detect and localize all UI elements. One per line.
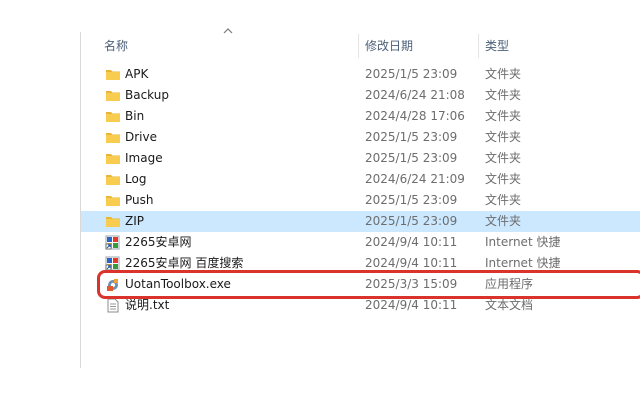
file-type: 文件夹 xyxy=(485,193,522,207)
file-modified-date: 2024/4/28 17:06 xyxy=(365,109,465,123)
file-type: 文件夹 xyxy=(485,109,522,123)
folder-icon xyxy=(105,193,121,208)
file-modified-date: 2024/6/24 21:09 xyxy=(365,172,465,186)
file-modified-date: 2025/1/5 23:09 xyxy=(365,214,458,228)
file-modified-date: 2025/1/5 23:09 xyxy=(365,130,458,144)
folder-icon xyxy=(105,151,121,166)
file-row[interactable]: Image 2025/1/5 23:09 文件夹 xyxy=(81,148,640,169)
folder-icon xyxy=(105,88,121,103)
file-modified-date: 2024/9/4 10:11 xyxy=(365,235,458,249)
internet-shortcut-icon xyxy=(105,256,121,271)
file-type: 文件夹 xyxy=(485,130,522,144)
column-divider[interactable] xyxy=(358,34,359,58)
file-row[interactable]: Push 2025/1/5 23:09 文件夹 xyxy=(81,190,640,211)
column-header-type[interactable]: 类型 xyxy=(485,34,585,58)
file-row[interactable]: Log 2024/6/24 21:09 文件夹 xyxy=(81,169,640,190)
file-type: 文件夹 xyxy=(485,88,522,102)
file-modified-date: 2025/1/5 23:09 xyxy=(365,67,458,81)
file-type: 文件夹 xyxy=(485,67,522,81)
file-type: Internet 快捷方式 xyxy=(485,235,560,249)
file-modified-date: 2025/1/5 23:09 xyxy=(365,151,458,165)
column-header-date[interactable]: 修改日期 xyxy=(365,34,475,58)
file-type: 文件夹 xyxy=(485,151,522,165)
file-name: Backup xyxy=(125,88,169,102)
file-row[interactable]: Drive 2025/1/5 23:09 文件夹 xyxy=(81,127,640,148)
file-name: Bin xyxy=(125,109,145,123)
folder-icon xyxy=(105,130,121,145)
column-divider[interactable] xyxy=(478,34,479,58)
file-row[interactable]: ZIP 2025/1/5 23:09 文件夹 xyxy=(81,211,640,232)
file-type: 文件夹 xyxy=(485,172,522,186)
file-row[interactable]: APK 2025/1/5 23:09 文件夹 xyxy=(81,64,640,85)
file-name: Log xyxy=(125,172,147,186)
text-document-icon xyxy=(105,298,121,313)
folder-icon xyxy=(105,214,121,229)
file-name: ZIP xyxy=(125,214,144,228)
file-type: 文件夹 xyxy=(485,214,522,228)
file-row[interactable]: Bin 2024/4/28 17:06 文件夹 xyxy=(81,106,640,127)
file-name: APK xyxy=(125,67,149,81)
file-name: Push xyxy=(125,193,154,207)
internet-shortcut-icon xyxy=(105,235,121,250)
folder-icon xyxy=(105,67,121,82)
folder-icon xyxy=(105,172,121,187)
column-header-name[interactable]: 名称 xyxy=(104,34,304,58)
file-modified-date: 2024/6/24 21:08 xyxy=(365,88,465,102)
file-modified-date: 2025/1/5 23:09 xyxy=(365,193,458,207)
file-row[interactable]: 2265安卓网 2024/9/4 10:11 Internet 快捷方式 xyxy=(81,232,640,253)
highlight-annotation xyxy=(97,270,640,299)
folder-icon xyxy=(105,109,121,124)
file-row[interactable]: Backup 2024/6/24 21:08 文件夹 xyxy=(81,85,640,106)
file-name: 2265安卓网 xyxy=(125,235,192,249)
file-name: Drive xyxy=(125,130,157,144)
column-header-bar: 名称 修改日期 类型 xyxy=(81,34,640,58)
file-name: Image xyxy=(125,151,163,165)
